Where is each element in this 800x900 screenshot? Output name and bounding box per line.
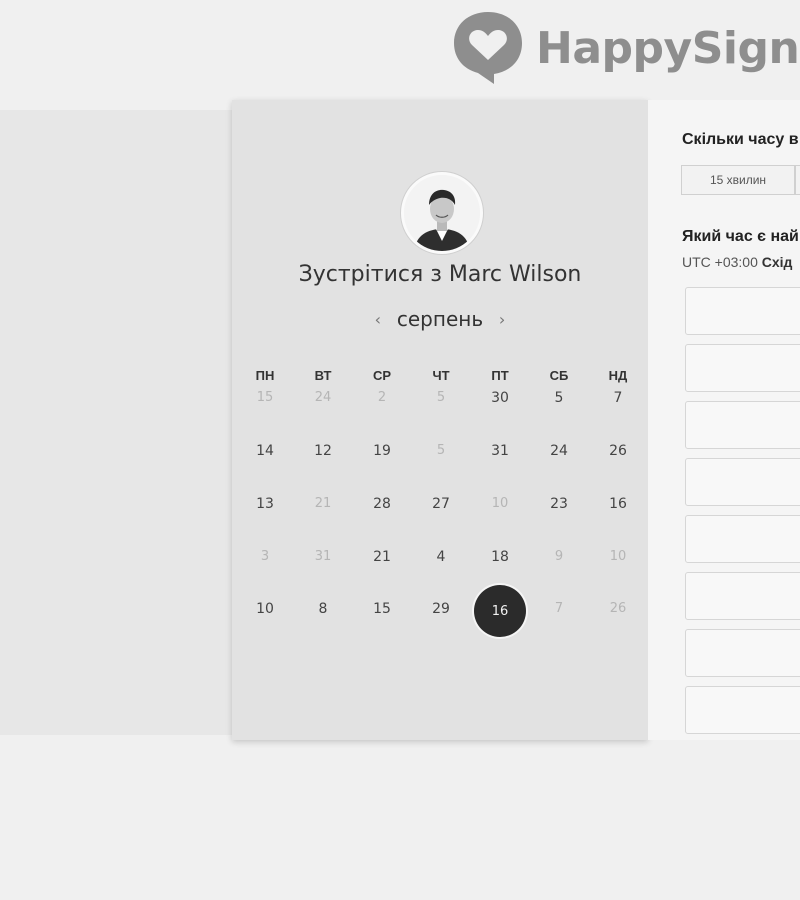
weekday-header: НД bbox=[608, 368, 628, 383]
day-cell-disabled: 15 bbox=[256, 390, 274, 405]
day-cell-disabled: 9 bbox=[554, 549, 564, 564]
brand-name: HappySigna bbox=[536, 22, 800, 74]
left-background-panel bbox=[0, 110, 232, 735]
day-cell[interactable]: 26 bbox=[598, 443, 638, 459]
timezone-code: UTC +03:00 bbox=[682, 254, 758, 270]
day-cell[interactable]: 12 bbox=[303, 443, 343, 459]
day-cell[interactable]: 18 bbox=[480, 549, 520, 565]
day-cell[interactable]: 30 bbox=[480, 390, 520, 406]
timezone-label[interactable]: UTC +03:00 Схід bbox=[682, 254, 792, 270]
day-cell[interactable]: 29 bbox=[421, 601, 461, 617]
month-navigation: ‹ серпень › bbox=[232, 307, 648, 331]
day-cell[interactable]: 31 bbox=[480, 443, 520, 459]
day-cell-disabled: 2 bbox=[377, 390, 387, 405]
day-cell[interactable]: 8 bbox=[303, 601, 343, 617]
duration-option-next[interactable] bbox=[795, 165, 800, 195]
person-portrait-icon bbox=[404, 175, 480, 251]
day-cell-disabled: 10 bbox=[609, 549, 627, 564]
time-slot-button[interactable] bbox=[685, 287, 800, 335]
chevron-left-icon[interactable]: ‹ bbox=[367, 310, 389, 329]
time-slot-button[interactable] bbox=[685, 458, 800, 506]
day-cell[interactable]: 15 bbox=[362, 601, 402, 617]
weekday-header: ПН bbox=[255, 368, 275, 383]
weekday-header: ПТ bbox=[491, 368, 509, 383]
time-question: Який час є най bbox=[682, 228, 799, 245]
day-cell[interactable]: 14 bbox=[245, 443, 285, 459]
heart-speech-bubble-icon bbox=[454, 12, 522, 84]
day-cell[interactable]: 27 bbox=[421, 496, 461, 512]
day-cell[interactable]: 21 bbox=[362, 549, 402, 565]
day-cell[interactable]: 7 bbox=[598, 390, 638, 406]
day-cell-disabled: 31 bbox=[314, 549, 332, 564]
time-slot-button[interactable] bbox=[685, 515, 800, 563]
day-cell-disabled: 26 bbox=[609, 601, 627, 616]
day-cell-disabled: 10 bbox=[491, 496, 509, 511]
time-slot-button[interactable] bbox=[685, 401, 800, 449]
day-cell-disabled: 24 bbox=[314, 390, 332, 405]
day-cell[interactable]: 24 bbox=[539, 443, 579, 459]
duration-question: Скільки часу в bbox=[682, 131, 799, 148]
weekday-header: ВТ bbox=[314, 368, 332, 383]
chevron-right-icon[interactable]: › bbox=[491, 310, 513, 329]
day-cell-disabled: 5 bbox=[436, 390, 446, 405]
weekday-header: ЧТ bbox=[432, 368, 450, 383]
day-cell[interactable]: 28 bbox=[362, 496, 402, 512]
weekday-header: СР bbox=[372, 368, 392, 383]
avatar bbox=[401, 172, 483, 254]
day-cell[interactable]: 13 bbox=[245, 496, 285, 512]
time-slot-button[interactable] bbox=[685, 629, 800, 677]
day-cell[interactable]: 23 bbox=[539, 496, 579, 512]
time-slot-button[interactable] bbox=[685, 344, 800, 392]
day-cell[interactable]: 16 bbox=[598, 496, 638, 512]
time-slot-button[interactable] bbox=[685, 686, 800, 734]
booking-panel: Скільки часу в 15 хвилин Який час є най … bbox=[648, 100, 800, 740]
brand-logo[interactable]: HappySigna bbox=[448, 8, 800, 88]
timezone-name: Схід bbox=[761, 254, 793, 270]
calendar-card: Зустрітися з Marc Wilson ‹ серпень › ПН В… bbox=[232, 100, 648, 740]
day-cell[interactable]: 5 bbox=[539, 390, 579, 406]
duration-options: 15 хвилин bbox=[681, 165, 800, 195]
meeting-title: Зустрітися з Marc Wilson bbox=[298, 262, 582, 287]
day-cell[interactable]: 4 bbox=[421, 549, 461, 565]
duration-option-15[interactable]: 15 хвилин bbox=[681, 165, 795, 195]
time-slot-button[interactable] bbox=[685, 572, 800, 620]
weekday-header: СБ bbox=[549, 368, 569, 383]
day-cell-disabled: 21 bbox=[314, 496, 332, 511]
day-cell-disabled: 7 bbox=[554, 601, 564, 616]
day-cell[interactable]: 19 bbox=[362, 443, 402, 459]
month-label: серпень bbox=[396, 307, 484, 331]
day-cell[interactable]: 10 bbox=[245, 601, 285, 617]
day-cell-disabled: 3 bbox=[260, 549, 270, 564]
day-cell-disabled: 5 bbox=[436, 443, 446, 458]
day-cell-selected[interactable]: 16 bbox=[474, 585, 526, 637]
